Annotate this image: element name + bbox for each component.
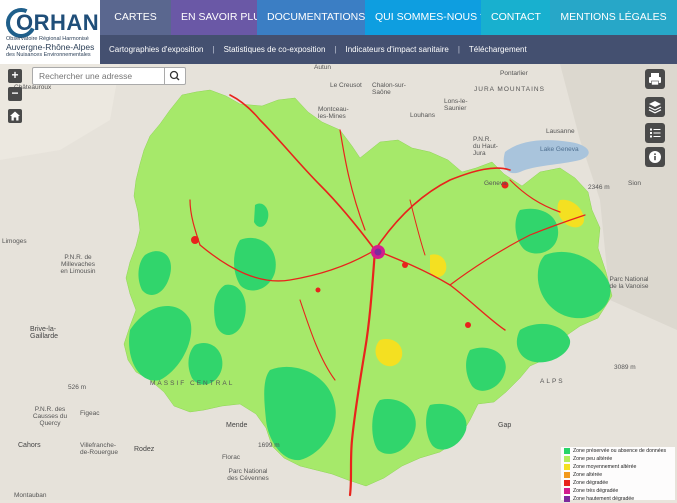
logo-line-2: Auvergne-Rhône-Alpes (6, 41, 95, 52)
place-label: 2346 m (588, 184, 610, 191)
place-label: 1699 m (258, 442, 280, 449)
legend-label: Zone hautement dégradée (573, 496, 635, 502)
map-legend: Zone préservée ou absence de données Zon… (561, 447, 675, 503)
place-label: Gap (498, 422, 512, 429)
place-label: Louhans (410, 112, 435, 119)
place-label: P.N.R. de Millevaches en Limousin (60, 254, 96, 275)
legend-swatch (564, 456, 570, 462)
place-label: Chalon-sur-Saône (372, 82, 406, 96)
place-label: ALPS (540, 378, 565, 385)
logo-line-3: des Nuisances Environnementales (6, 51, 91, 58)
print-icon (649, 73, 661, 86)
orhane-logo[interactable]: ORHANE Observatoire Régional Harmonisé A… (0, 0, 114, 64)
place-label: P.N.R. des Causses du Quercy (32, 406, 68, 427)
place-label: Brive-la-Gaillarde (30, 326, 59, 340)
legend-swatch (564, 496, 570, 502)
place-label: 526 m (68, 384, 87, 391)
legend-label: Zone peu altérée (573, 456, 613, 462)
nav-qui-sommes-nous[interactable]: QUI SOMMES-NOUS ? (365, 0, 486, 35)
layers-button[interactable] (645, 97, 665, 117)
place-label: Le Creusot (330, 82, 362, 89)
place-label: Lausanne (546, 128, 575, 135)
zoom-in-button[interactable]: + (8, 69, 22, 83)
place-label: Limoges (2, 238, 27, 245)
place-label: Parc National de la Vanoise (609, 276, 649, 290)
legend-item: Zone très dégradée (561, 487, 675, 495)
map-svg (0, 64, 677, 500)
place-label: 3089 m (614, 364, 636, 371)
info-icon (649, 151, 661, 163)
place-label: Autun (314, 64, 331, 71)
place-label: Pontarlier (500, 70, 528, 77)
legend-swatch (564, 488, 570, 494)
legend-swatch (564, 448, 570, 454)
legend-item: Zone altérée (561, 471, 675, 479)
legend-item: Zone dégradée (561, 479, 675, 487)
info-button[interactable] (645, 147, 665, 167)
search-icon (169, 70, 180, 81)
place-label: Montauban (14, 492, 47, 499)
nav-en-savoir-plus[interactable]: EN SAVOIR PLUS (171, 0, 268, 35)
place-label: Lake Geneva (540, 146, 579, 153)
place-label: Geneva (484, 180, 507, 187)
list-icon (650, 128, 661, 138)
place-label: Villefranche-de-Rouergue (80, 442, 118, 456)
place-label: MASSIF CENTRAL (150, 380, 235, 387)
search-input[interactable] (33, 68, 165, 84)
search-button[interactable] (164, 68, 185, 84)
place-label: Rodez (134, 446, 155, 453)
main-nav: CARTES EN SAVOIR PLUS DOCUMENTATIONS QUI… (100, 0, 677, 35)
legend-item: Zone moyennement altérée (561, 463, 675, 471)
legend-label: Zone très dégradée (573, 488, 619, 494)
subnav-statistiques[interactable]: Statistiques de co-exposition (215, 45, 335, 54)
header: ORHANE Observatoire Régional Harmonisé A… (0, 0, 677, 64)
nav-documentations[interactable]: DOCUMENTATIONS (257, 0, 365, 35)
legend-label: Zone altérée (573, 472, 603, 478)
sub-nav: Cartographies d'exposition | Statistique… (100, 35, 677, 64)
layers-icon (648, 101, 662, 114)
legend-label: Zone dégradée (573, 480, 609, 486)
legend-item: Zone hautement dégradée (561, 495, 675, 503)
legend-swatch (564, 472, 570, 478)
place-label: Lons-le-Saunier (444, 98, 468, 112)
subnav-indicateurs[interactable]: Indicateurs d'impact sanitaire (336, 45, 457, 54)
legend-label: Zone moyennement altérée (573, 464, 637, 470)
legend-swatch (564, 464, 570, 470)
place-label: Cahors (18, 442, 41, 449)
logo-subtitle: Observatoire Régional Harmonisé Auvergne… (6, 36, 98, 58)
nav-mentions-legales[interactable]: MENTIONS LÉGALES (550, 0, 677, 35)
legend-swatch (564, 480, 570, 486)
legend-label: Zone préservée ou absence de données (573, 448, 667, 454)
legend-item: Zone peu altérée (561, 455, 675, 463)
subnav-telechargement[interactable]: Téléchargement (460, 45, 536, 54)
place-label: Parc National des Cévennes (227, 468, 269, 482)
place-label: Figeac (80, 410, 100, 417)
nav-contact[interactable]: CONTACT (481, 0, 550, 35)
nav-cartes[interactable]: CARTES (100, 0, 171, 35)
zoom-out-button[interactable]: − (8, 87, 22, 101)
place-label: Montceau-les-Mines (318, 106, 349, 120)
place-label: JURA MOUNTAINS (474, 86, 545, 93)
print-button[interactable] (645, 69, 665, 89)
legend-toggle-button[interactable] (645, 123, 665, 143)
place-label: Sion (628, 180, 642, 187)
subnav-cartographies[interactable]: Cartographies d'exposition (100, 45, 212, 54)
place-label: Florac (222, 454, 241, 461)
address-search (32, 67, 186, 85)
home-button[interactable] (8, 109, 22, 123)
legend-item: Zone préservée ou absence de données (561, 447, 675, 455)
place-label: Mende (226, 422, 248, 429)
place-label: P.N.R. du Haut-Jura (473, 136, 498, 157)
home-icon (10, 111, 20, 121)
map-canvas[interactable]: Autun Le Creusot Chalon-sur-Saône Pontar… (0, 64, 677, 500)
